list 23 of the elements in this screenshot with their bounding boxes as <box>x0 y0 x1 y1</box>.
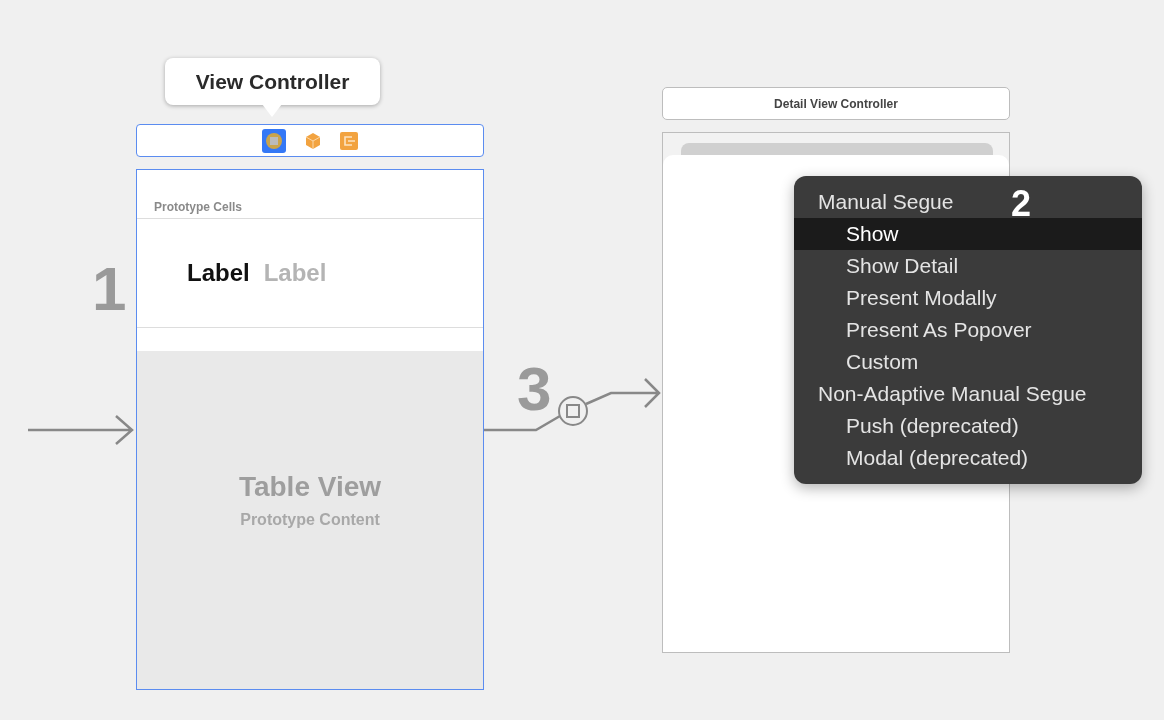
table-view-title: Table View <box>238 471 382 503</box>
menu-item[interactable]: Present Modally <box>794 282 1142 314</box>
cell-label: Label <box>187 259 250 287</box>
menu-item[interactable]: Show <box>794 218 1142 250</box>
cell-label: Label <box>263 259 327 287</box>
cube-icon[interactable] <box>304 131 322 150</box>
step-number: 3 <box>517 358 552 420</box>
prototype-cell[interactable]: Label Label <box>137 219 483 328</box>
menu-item[interactable]: Custom <box>794 346 1142 378</box>
menu-header: Manual Segue <box>818 190 954 214</box>
menu-item[interactable]: Present As Popover <box>794 314 1142 346</box>
view-controller-icon[interactable] <box>262 128 286 153</box>
tooltip: View Controller <box>165 58 380 105</box>
menu-item[interactable]: Show Detail <box>794 250 1142 282</box>
step-number: 1 <box>92 258 127 320</box>
scene-title: Detail View Controller <box>662 87 1010 120</box>
exit-icon[interactable] <box>340 131 358 150</box>
menu-header: Non-Adaptive Manual Segue <box>818 382 1087 406</box>
menu-item[interactable]: Modal (deprecated) <box>794 442 1142 474</box>
tooltip-pointer <box>262 104 282 118</box>
menu-item[interactable]: Push (deprecated) <box>794 410 1142 442</box>
section-header: Prototype Cells <box>137 170 483 219</box>
table-view-subtitle: Prototype Content <box>240 511 380 529</box>
